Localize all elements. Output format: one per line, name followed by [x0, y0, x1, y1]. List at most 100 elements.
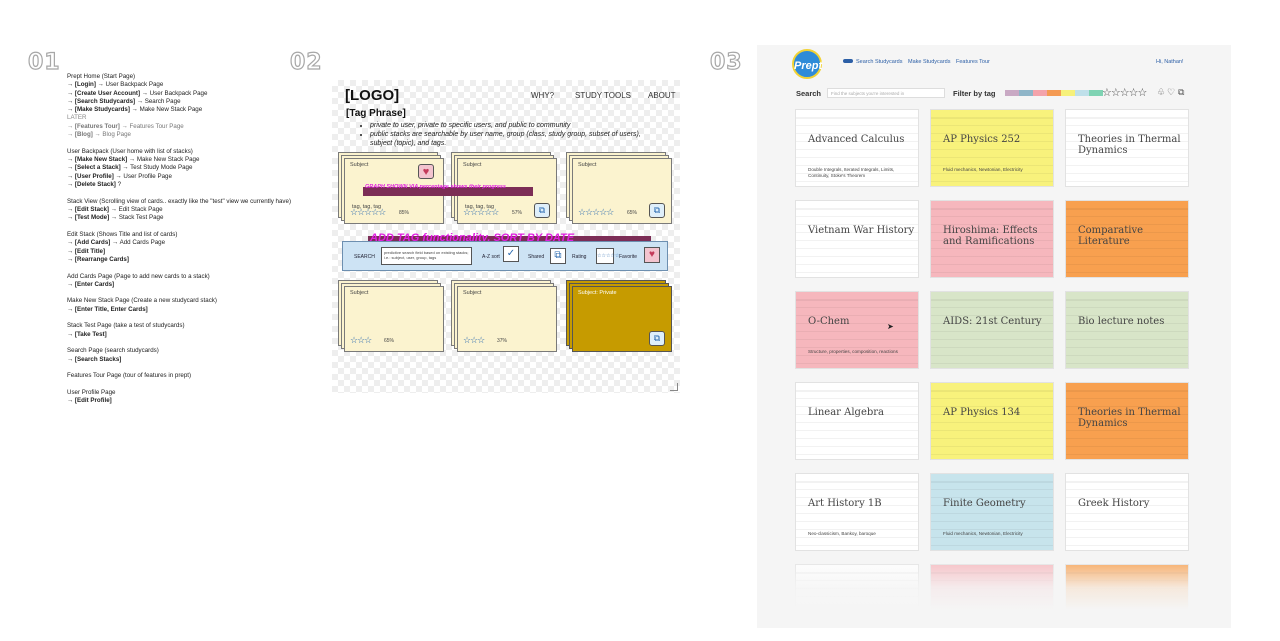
sitemap-heading: Stack Test Page (take a test of studycar… — [67, 322, 185, 330]
rating-stars[interactable]: ☆☆☆ — [350, 335, 372, 346]
tag-color-swatch[interactable] — [1047, 90, 1061, 96]
sitemap-section: Edit Stack (Shows Title and list of card… — [67, 231, 292, 264]
resize-handle-icon[interactable] — [670, 383, 678, 391]
stack-card-title: Greek History — [1078, 498, 1150, 509]
arrow-icon: → — [67, 180, 75, 188]
tag-color-swatch[interactable] — [1089, 90, 1103, 96]
action-label: [User Profile] — [74, 172, 114, 180]
sitemap-action: → [Edit Title] — [67, 248, 292, 256]
wireframe-nav-about[interactable]: ABOUT — [648, 91, 676, 100]
user-greeting-link[interactable]: Hi, Nathan! — [1156, 59, 1184, 65]
favorite-filter-icon[interactable]: ♡ — [1167, 87, 1175, 98]
stack-card[interactable]: O-Chem Structure, properties, composition… — [795, 291, 919, 369]
action-target: → Features Tour Page — [119, 122, 184, 130]
tag-color-swatch[interactable] — [1061, 90, 1075, 96]
nav-make-studycards[interactable]: Make Studycards — [908, 59, 951, 65]
wireframe-stack-card[interactable]: Subject ☆☆☆☆☆ 65% ⧉ — [566, 152, 672, 224]
card-subject: Subject — [350, 290, 369, 296]
arrow-icon: → — [67, 97, 75, 105]
stack-card[interactable]: Hiroshima: Effects and Ramifications — [930, 200, 1054, 278]
rating-stars[interactable]: ☆☆☆☆☆ — [578, 207, 614, 218]
stack-card[interactable]: Art History 1B Neo-classicism, Bankoy, ba… — [795, 473, 919, 551]
sitemap-heading: Stack View (Scrolling view of cards.. ex… — [67, 197, 292, 205]
arrow-icon: → — [67, 247, 75, 255]
wireframe-stack-card[interactable]: Subject ☆☆☆ 37% — [451, 280, 557, 352]
stack-card-title: O-Chem — [808, 316, 850, 327]
stack-card[interactable]: Finite Geometry Fluid mechanics, Newtonia… — [930, 473, 1054, 551]
tag-color-swatch[interactable] — [1075, 90, 1089, 96]
sitemap-action: → [Enter Title, Enter Cards] — [67, 306, 292, 314]
action-label: [Rearrange Cards] — [74, 255, 129, 263]
favorite-label: Favorite — [619, 254, 638, 260]
stack-card[interactable]: AP Physics 134 — [930, 382, 1054, 460]
wireframe-search-input[interactable]: predictive search field based on existin… — [381, 247, 472, 265]
stack-card-title: Advanced Calculus — [808, 134, 905, 145]
tag-color-swatch[interactable] — [1005, 90, 1019, 96]
action-label: [Test Mode] — [74, 214, 110, 222]
stack-card-title: Vietnam War History — [808, 225, 915, 236]
rating-stars[interactable]: ☆☆☆☆☆ — [463, 207, 499, 218]
sitemap-action: → [Edit Profile] — [67, 397, 292, 405]
rating-label: Rating — [572, 254, 587, 260]
az-sort-checkbox[interactable]: ✓ — [503, 246, 519, 262]
action-target: → Search Page — [135, 97, 181, 105]
arrow-icon: → — [67, 131, 75, 139]
stack-card[interactable]: Comparative Literature — [1065, 200, 1189, 278]
stack-card[interactable]: Bio lecture notes — [1065, 291, 1189, 369]
wireframe-search-bar: SEARCH predictive search field based on … — [342, 241, 668, 271]
sitemap-heading: Prept Home (Start Page) — [67, 73, 136, 80]
wireframe-stack-card[interactable]: Subject ☆☆☆ 65% — [338, 280, 444, 352]
stack-card-subtitle: Fluid mechanics, Newtonian, Electricity — [943, 531, 1023, 536]
sitemap-section: Stack View (Scrolling view of cards.. ex… — [67, 198, 292, 223]
wireframe-panel: [LOGO] WHY? STUDY TOOLS ABOUT [Tag Phras… — [332, 80, 680, 393]
prept-logo[interactable]: Prept — [792, 49, 822, 79]
sitemap-section: Stack Test Page (take a test of studycar… — [67, 322, 292, 339]
nav-features-tour[interactable]: Features Tour — [956, 59, 990, 65]
stack-card[interactable]: AIDS: 21st Century — [930, 291, 1054, 369]
sitemap-action: → [User Profile] → User Profile Page — [67, 173, 292, 181]
stack-card[interactable]: Advanced Calculus Double Integrals, Itera… — [795, 109, 919, 187]
wireframe-private-stack-card[interactable]: Subject: Private ⧉ — [566, 280, 672, 352]
rating-filter-stars[interactable]: ☆☆☆☆☆ — [1102, 86, 1147, 99]
action-target: → Edit Stack Page — [108, 205, 163, 213]
favorite-heart-icon[interactable]: ♥ — [418, 164, 434, 179]
stack-card[interactable]: Greek History — [1065, 473, 1189, 551]
copy-stack-icon[interactable]: ⧉ — [649, 331, 665, 346]
sitemap-action: → [Login] → User Backpack Page — [67, 81, 292, 89]
sitemap-heading: Edit Stack (Shows Title and list of card… — [67, 230, 178, 238]
rating-stars[interactable]: ☆☆☆ — [463, 335, 485, 346]
stack-card-title: Finite Geometry — [943, 498, 1026, 509]
arrow-icon: → — [67, 214, 75, 222]
arrow-icon: → — [67, 255, 75, 263]
sitemap-action: → [Add Cards] → Add Cards Page — [67, 239, 292, 247]
shared-filter-icon[interactable]: ♧ — [1157, 87, 1165, 98]
copy-stack-icon[interactable]: ⧉ — [649, 203, 665, 218]
stack-card[interactable]: AP Physics 252 Fluid mechanics, Newtonian… — [930, 109, 1054, 187]
favorite-heart-icon[interactable]: ♥ — [644, 247, 660, 263]
search-input[interactable]: Find the subjects you're interested in — [827, 88, 945, 98]
tag-color-swatch[interactable] — [1019, 90, 1033, 96]
action-target: → Test Study Mode Page — [120, 164, 193, 172]
sitemap-section: Add Cards Page (Page to add new cards to… — [67, 273, 292, 290]
copy-stack-icon[interactable]: ⧉ — [534, 203, 550, 218]
sitemap-panel: Prept Home (Start Page) → [Login] → User … — [67, 73, 292, 414]
stack-card[interactable]: Theories in Thermal Dynamics — [1065, 109, 1189, 187]
rating-stars[interactable]: ☆☆☆☆☆ — [350, 207, 386, 218]
sitemap-section: User Backpack (User home with list of st… — [67, 148, 292, 189]
annotation-progress: GRAPH SHOWN VIA percentage shows their p… — [365, 184, 506, 190]
shared-toggle-icon[interactable]: ⧉ — [550, 248, 566, 264]
stack-card[interactable]: Theories in Thermal Dynamics — [1065, 382, 1189, 460]
stack-card[interactable]: Linear Algebra — [795, 382, 919, 460]
card-subject: Subject — [463, 162, 482, 168]
rating-filter-stars[interactable]: ☆☆☆☆☆ — [596, 248, 619, 264]
stack-card[interactable]: Vietnam War History — [795, 200, 919, 278]
wireframe-nav-study-tools[interactable]: STUDY TOOLS — [575, 91, 631, 100]
tag-color-swatch[interactable] — [1033, 90, 1047, 96]
sitemap-action: → [Take Test] — [67, 331, 292, 339]
action-target: → User Profile Page — [113, 172, 172, 180]
nav-search-studycards[interactable]: Search Studycards — [856, 59, 902, 65]
copy-filter-icon[interactable]: ⧉ — [1178, 87, 1184, 98]
arrow-icon: → — [67, 397, 75, 405]
wireframe-nav-why[interactable]: WHY? — [531, 91, 554, 100]
stack-card-subtitle: Double Integrals, Iterated Integrals, Li… — [808, 167, 895, 178]
